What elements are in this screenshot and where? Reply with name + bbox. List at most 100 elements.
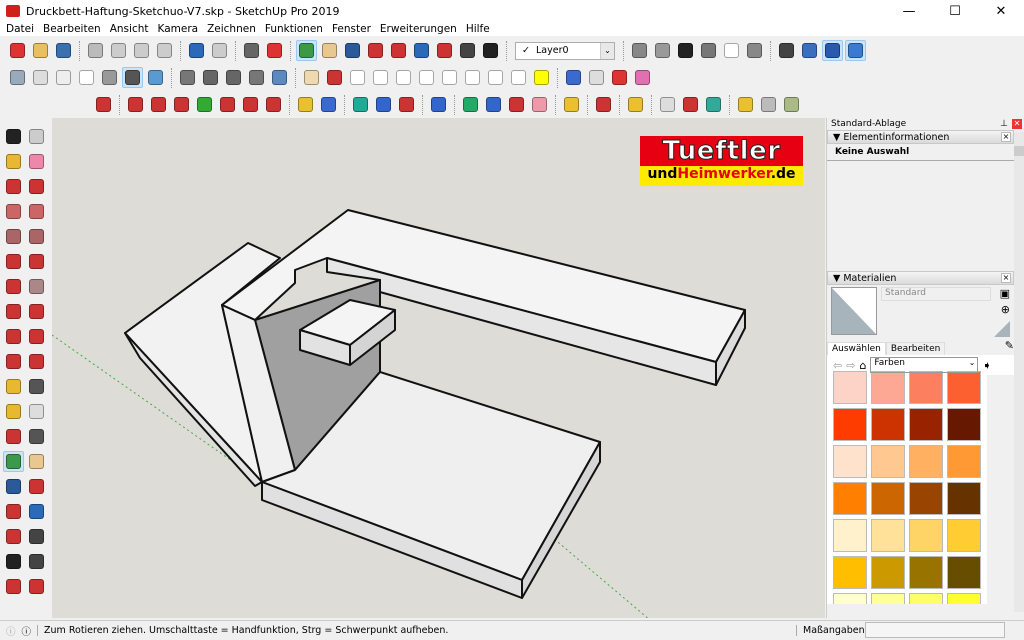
circle-icon[interactable] [3,226,24,247]
dimension-icon[interactable] [26,376,47,397]
eraser-icon[interactable] [301,67,322,88]
axis-j-icon[interactable] [148,94,169,115]
axes-icon[interactable] [3,426,24,447]
follow-me-icon[interactable] [26,326,47,347]
undo-icon[interactable] [186,40,207,61]
library-dropdown[interactable]: Farben ⌄ [870,357,979,373]
section-plane-icon[interactable] [776,40,797,61]
arc-icon[interactable] [3,251,24,272]
display-secondary-icon[interactable]: ▣ [1000,287,1010,300]
default-material-icon[interactable] [994,321,1010,337]
create-material-icon[interactable]: ⊕ [1001,303,1010,316]
color-swatch[interactable] [909,371,943,404]
walk-icon[interactable] [3,551,24,572]
3d-viewport[interactable] [52,118,825,618]
menu-kamera[interactable]: Kamera [158,23,199,35]
line-icon[interactable] [3,176,24,197]
materials-header[interactable]: ▼ Materialien × [827,271,1014,285]
pan-icon[interactable] [26,451,47,472]
arc-icon[interactable] [416,67,437,88]
zoom-icon[interactable] [3,476,24,497]
close-icon[interactable]: × [1001,132,1011,142]
back-edges-icon[interactable] [30,67,51,88]
color-swatch[interactable] [871,519,905,552]
3d-text-icon[interactable] [26,426,47,447]
shaded-textures-icon[interactable] [122,67,143,88]
tape-measure-icon[interactable] [3,376,24,397]
color-swatch[interactable] [833,593,867,604]
color-swatch[interactable] [871,593,905,604]
groups-icon[interactable] [200,67,221,88]
section-fill-icon[interactable] [845,40,866,61]
color-swatch[interactable] [947,445,981,478]
save-icon[interactable] [53,40,74,61]
entity-info-header[interactable]: ▼ Elementinformationen × [827,130,1014,144]
axis-f-icon[interactable] [263,94,284,115]
menu-bearbeiten[interactable]: Bearbeiten [43,23,101,35]
two-point-arc-icon[interactable] [26,251,47,272]
open-icon[interactable] [30,40,51,61]
color-swatch[interactable] [947,482,981,515]
text-icon[interactable] [26,401,47,422]
front-view-icon[interactable] [652,40,673,61]
info-icon[interactable]: ⓘ [22,624,32,638]
back-view-icon[interactable] [698,40,719,61]
menu-hilfe[interactable]: Hilfe [466,23,490,35]
box-gray-icon[interactable] [758,94,779,115]
pin-icon[interactable]: ⊥ [1000,119,1008,129]
zoom-icon[interactable] [342,40,363,61]
projection-icon[interactable] [318,94,339,115]
freehand-icon[interactable] [26,176,47,197]
menu-ansicht[interactable]: Ansicht [110,23,149,35]
paint-bucket-icon[interactable] [3,151,24,172]
color-swatch[interactable] [833,371,867,404]
shape-icon[interactable] [508,67,529,88]
menu-erweiterungen[interactable]: Erweiterungen [380,23,457,35]
flip-icon[interactable] [506,94,527,115]
rectangle-icon[interactable] [3,201,24,222]
menu-datei[interactable]: Datei [6,23,34,35]
outliner-icon[interactable] [246,67,267,88]
protractor-icon[interactable] [3,401,24,422]
extrude-icon[interactable] [350,94,371,115]
color-swatch[interactable] [947,593,981,604]
geo-location-icon[interactable]: ⓘ [6,624,16,638]
eraser-icon[interactable] [26,151,47,172]
walk-icon[interactable] [480,40,501,61]
color-swatch[interactable] [947,371,981,404]
orbit-icon[interactable] [3,451,24,472]
iso-view-icon[interactable] [629,40,650,61]
color-swatch[interactable] [909,556,943,589]
tab-select[interactable]: Auswählen [827,342,886,355]
offset-icon[interactable] [26,351,47,372]
erase-icon[interactable] [154,40,175,61]
components-2-icon[interactable] [223,67,244,88]
top-view-icon[interactable] [744,40,765,61]
menu-funktionen[interactable]: Funktionen [265,23,323,35]
home-icon[interactable]: ⌂ [859,359,866,372]
position-camera-icon[interactable] [434,40,455,61]
color-swatch[interactable] [947,519,981,552]
parallelogram-icon[interactable] [462,67,483,88]
rotate-icon[interactable] [483,94,504,115]
section-plane-icon[interactable] [26,551,47,572]
copy-icon[interactable] [108,40,129,61]
xray-icon[interactable] [7,67,28,88]
close-button[interactable]: ✕ [978,0,1024,22]
sphere-icon[interactable] [593,94,614,115]
color-swatch[interactable] [871,408,905,441]
menu-zeichnen[interactable]: Zeichnen [207,23,256,35]
uv-icon[interactable] [295,94,316,115]
material-name-field[interactable]: Standard [881,287,991,301]
color-swatch[interactable] [909,408,943,441]
color-swatch[interactable] [833,556,867,589]
rotated-rectangle-icon[interactable] [26,201,47,222]
layer-dropdown[interactable]: ✓ Layer0 ⌄ [515,41,615,60]
select-icon[interactable] [3,126,24,147]
axis-r-icon[interactable] [171,94,192,115]
pink-icon[interactable] [529,94,550,115]
color-swatch[interactable] [947,556,981,589]
axis-n-icon[interactable] [217,94,238,115]
components-icon[interactable] [177,67,198,88]
box-olive-icon[interactable] [781,94,802,115]
